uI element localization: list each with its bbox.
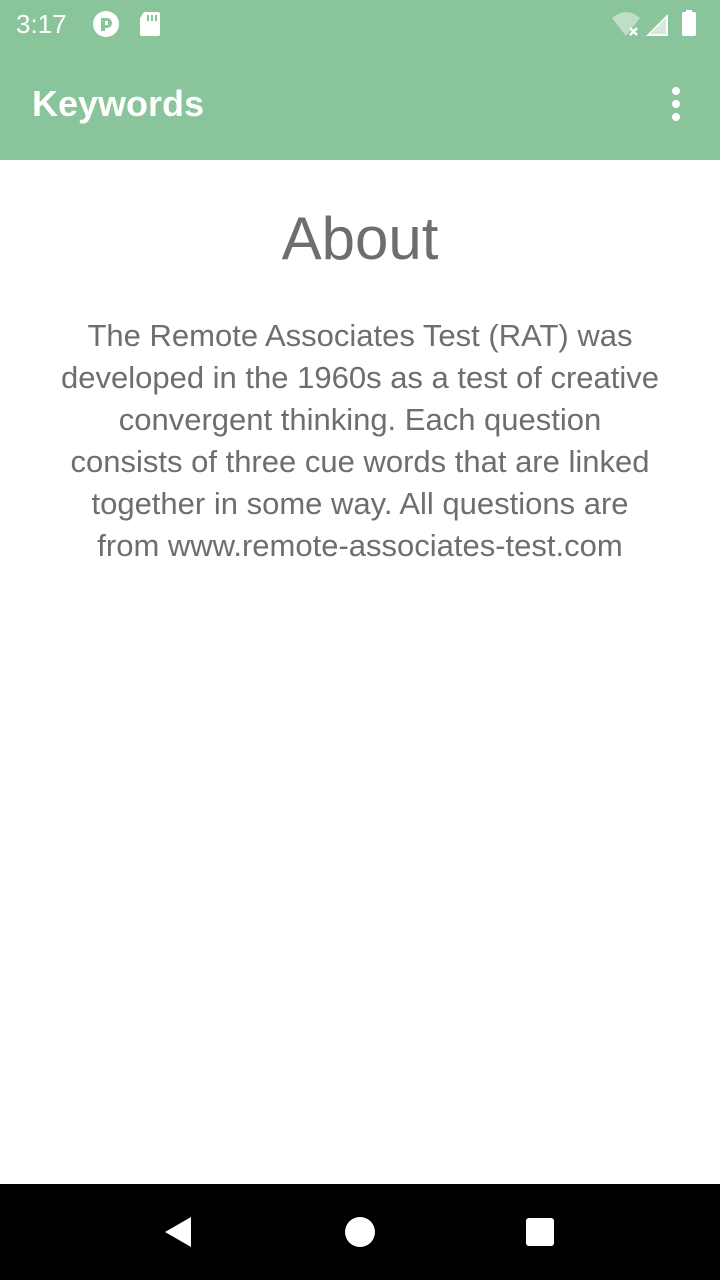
app-title: Keywords (32, 83, 205, 124)
status-right-icons (610, 10, 706, 38)
about-body: The Remote Associates Test (RAT) was dev… (60, 318, 659, 563)
recents-icon (526, 1218, 554, 1246)
back-button[interactable] (146, 1200, 210, 1264)
pocket-casts-icon (93, 11, 119, 37)
battery-full-icon (682, 10, 696, 36)
home-icon (345, 1217, 375, 1247)
home-button[interactable] (328, 1200, 392, 1264)
more-vert-icon (672, 87, 680, 121)
wifi-off-icon (612, 12, 640, 36)
status-left-icons (92, 10, 172, 38)
back-icon (165, 1217, 191, 1247)
navigation-bar (0, 1184, 720, 1280)
status-time: 3:17 (16, 9, 67, 39)
overflow-menu-button[interactable] (648, 76, 704, 132)
app-bar: Keywords (0, 48, 720, 160)
about-heading: About (281, 205, 439, 272)
status-bar: 3:17 (0, 0, 720, 48)
content: About The Remote Associates Test (RAT) w… (0, 160, 720, 1184)
recents-button[interactable] (508, 1200, 572, 1264)
sd-card-icon (140, 12, 160, 36)
cell-signal-icon (646, 14, 668, 36)
